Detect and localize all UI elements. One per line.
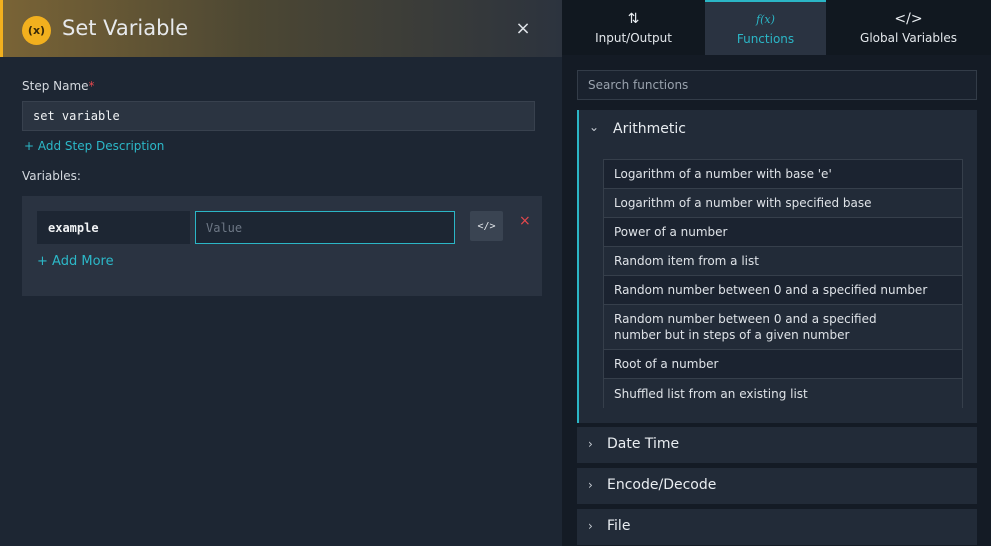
function-item[interactable]: Root of a number [604, 350, 962, 379]
code-editor-button[interactable]: </> [470, 211, 503, 241]
required-mark: * [88, 79, 95, 93]
dialog-header: (x) Set Variable × [0, 0, 562, 57]
tab-label: Functions [736, 32, 795, 46]
search-functions-input[interactable]: Search functions [577, 70, 977, 100]
category-arithmetic: ⌄ Arithmetic Logarithm of a number with … [577, 110, 977, 423]
tab-label: Global Variables [860, 31, 957, 45]
swap-arrows-icon: ⇅ [627, 11, 640, 27]
step-name-input[interactable]: set variable [22, 101, 535, 131]
variable-icon: (x) [22, 16, 51, 45]
step-name-label-text: Step Name [22, 79, 89, 93]
functions-panel: ⇅ Input/Output f(x) Functions </> Global… [562, 0, 991, 546]
step-name-label: Step Name* [22, 79, 95, 93]
function-icon: f(x) [756, 13, 775, 26]
code-icon: </> [894, 11, 923, 27]
dialog-title: Set Variable [62, 16, 189, 40]
function-item[interactable]: Shuffled list from an existing list [604, 379, 962, 408]
add-more-link[interactable]: + Add More [37, 254, 114, 269]
function-item[interactable]: Random item from a list [604, 247, 962, 276]
category-title: File [607, 518, 631, 534]
delete-variable-button[interactable]: × [519, 213, 531, 229]
add-step-description-link[interactable]: + Add Step Description [24, 139, 164, 153]
tab-label: Input/Output [595, 31, 672, 45]
function-list: Logarithm of a number with base 'e' Loga… [603, 159, 963, 408]
tab-input-output[interactable]: ⇅ Input/Output [562, 0, 705, 55]
function-item[interactable]: Power of a number [604, 218, 962, 247]
function-item[interactable]: Random number between 0 and a specified … [604, 276, 962, 305]
variable-value-input[interactable]: Value [195, 211, 455, 244]
tab-global-variables[interactable]: </> Global Variables [826, 0, 991, 55]
app-root: (x) Set Variable × Step Name* set variab… [0, 0, 991, 546]
panel-tabs: ⇅ Input/Output f(x) Functions </> Global… [562, 0, 991, 55]
function-item[interactable]: Logarithm of a number with specified bas… [604, 189, 962, 218]
category-encode-decode[interactable]: › Encode/Decode [577, 468, 977, 504]
chevron-right-icon: › [588, 519, 593, 533]
variables-container: example Value </> × + Add More [22, 196, 542, 296]
function-item[interactable]: Logarithm of a number with base 'e' [604, 160, 962, 189]
tab-functions[interactable]: f(x) Functions [705, 0, 826, 55]
variable-key-input[interactable]: example [37, 211, 190, 244]
category-file[interactable]: › File [577, 509, 977, 545]
category-title: Date Time [607, 436, 680, 452]
header-accent-bar [0, 0, 3, 57]
category-date-time[interactable]: › Date Time [577, 427, 977, 463]
close-button[interactable]: × [513, 18, 533, 42]
set-variable-panel: (x) Set Variable × Step Name* set variab… [0, 0, 562, 546]
category-title[interactable]: Arithmetic [613, 121, 686, 137]
add-more-label: Add More [52, 254, 114, 269]
chevron-right-icon: › [588, 437, 593, 451]
chevron-right-icon: › [588, 478, 593, 492]
variables-label: Variables: [22, 169, 81, 183]
function-item[interactable]: Random number between 0 and a specified … [604, 305, 962, 350]
category-title: Encode/Decode [607, 477, 717, 493]
plus-icon: + [37, 254, 48, 269]
chevron-down-icon[interactable]: ⌄ [589, 120, 599, 134]
